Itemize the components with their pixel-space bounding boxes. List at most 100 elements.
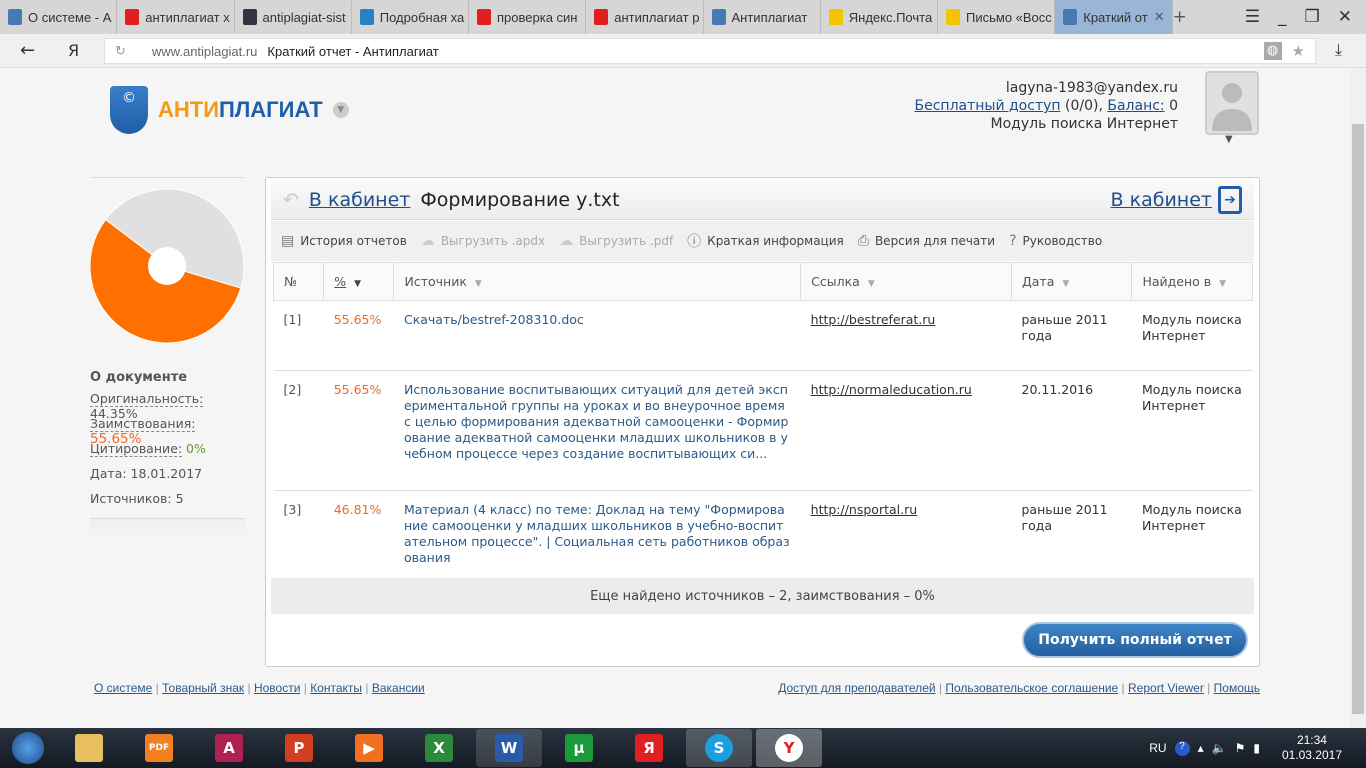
- column-header[interactable]: Найдено в ▼: [1131, 262, 1253, 301]
- sort-icon[interactable]: ▼: [354, 279, 361, 289]
- footer-link[interactable]: Вакансии: [372, 681, 425, 695]
- module-name: Модуль поиска Интернет: [990, 116, 1178, 132]
- balance-link[interactable]: Баланс:: [1107, 98, 1164, 114]
- footer-link[interactable]: Пользовательское соглашение: [945, 681, 1118, 695]
- brand-a: АНТИ: [158, 97, 220, 122]
- taskbar-yandex-browser[interactable]: Y: [756, 729, 822, 767]
- row-number: [3]: [273, 490, 324, 581]
- get-full-report-button[interactable]: Получить полный отчет: [1022, 622, 1248, 658]
- footer-link[interactable]: Новости: [254, 681, 300, 695]
- toolbar-label: Версия для печати: [874, 234, 996, 248]
- back-icon[interactable]: ←: [20, 40, 35, 61]
- sort-icon[interactable]: ▼: [1062, 279, 1069, 289]
- row-link[interactable]: http://nsportal.ru: [811, 502, 918, 517]
- globe-icon[interactable]: ◍: [1263, 42, 1282, 60]
- help-icon[interactable]: ?: [1174, 740, 1190, 756]
- footer-link[interactable]: Report Viewer: [1128, 681, 1204, 695]
- logo[interactable]: © АНТИПЛАГИАТ ▼: [110, 86, 349, 134]
- taskbar-media[interactable]: ▶: [336, 729, 402, 767]
- footer-link[interactable]: Помощь: [1214, 681, 1260, 695]
- scrollbar-thumb[interactable]: [1352, 124, 1364, 714]
- sources-count: Источников: 5: [90, 491, 184, 506]
- toolbar-item[interactable]: ▤ История отчетов: [281, 233, 407, 249]
- column-header[interactable]: % ▼: [323, 262, 395, 301]
- row-link[interactable]: http://bestreferat.ru: [811, 312, 936, 327]
- column-header[interactable]: Источник ▼: [393, 262, 802, 301]
- column-header[interactable]: Ссылка ▼: [800, 262, 1012, 301]
- cabinet-link[interactable]: В кабинет: [1111, 189, 1212, 211]
- restore-icon[interactable]: ❐: [1305, 7, 1320, 27]
- clock-time[interactable]: 21:34: [1282, 733, 1342, 748]
- start-button[interactable]: [4, 729, 52, 767]
- toolbar-item[interactable]: ⎙ Версия для печати: [858, 233, 995, 249]
- row-link[interactable]: http://normaleducation.ru: [811, 382, 972, 397]
- language-indicator[interactable]: RU: [1149, 741, 1166, 755]
- back-arrow-icon[interactable]: ↶: [283, 189, 299, 211]
- column-header[interactable]: Дата ▼: [1010, 262, 1133, 301]
- toolbar-label: Руководство: [1022, 234, 1103, 248]
- browser-tab[interactable]: антиплагиат х: [117, 0, 235, 34]
- close-tab-icon[interactable]: ✕: [1154, 9, 1165, 25]
- sort-icon[interactable]: ▼: [868, 279, 875, 289]
- new-tab-icon[interactable]: +: [1173, 7, 1187, 27]
- taskbar-pdf[interactable]: PDF: [126, 729, 192, 767]
- row-date: 20.11.2016: [1011, 370, 1132, 491]
- volume-icon[interactable]: 🔈: [1212, 741, 1227, 755]
- scrollbar[interactable]: [1350, 68, 1366, 728]
- help-icon: ?: [1009, 233, 1017, 249]
- clock-date[interactable]: 01.03.2017: [1282, 748, 1342, 763]
- tab-label: Краткий от: [1083, 9, 1148, 25]
- reload-icon[interactable]: ↻: [115, 43, 126, 59]
- browser-tab[interactable]: Яндекс.Почта: [821, 0, 938, 34]
- toolbar-item[interactable]: ☁ Выгрузить .apdx: [421, 233, 545, 249]
- browser-tab[interactable]: О системе - А: [0, 0, 118, 34]
- footer-link[interactable]: О системе: [94, 681, 152, 695]
- taskbar-powerpoint[interactable]: P: [266, 729, 332, 767]
- toolbar-item[interactable]: ? Руководство: [1009, 233, 1102, 249]
- network-icon[interactable]: ▮: [1253, 741, 1260, 755]
- login-icon[interactable]: ➔: [1218, 185, 1242, 214]
- column-header[interactable]: №: [272, 262, 325, 301]
- download-icon[interactable]: ⤓: [1335, 40, 1342, 60]
- yandex-button[interactable]: Я: [68, 41, 79, 60]
- row-found-in: Модуль поиска Интернет: [1131, 370, 1253, 491]
- avatar[interactable]: [1205, 71, 1259, 135]
- browser-tab[interactable]: проверка син: [469, 0, 587, 34]
- flag-icon[interactable]: ⚑: [1235, 741, 1246, 755]
- browser-tab[interactable]: Краткий от ✕: [1055, 0, 1173, 34]
- toolbar-item[interactable]: ⓘ Краткая информация: [687, 231, 844, 251]
- originality-label[interactable]: Оригинальность:: [90, 391, 204, 407]
- chevron-down-icon[interactable]: ▼: [332, 102, 349, 118]
- tray-arrow-icon[interactable]: ▴: [1198, 741, 1204, 755]
- browser-tab[interactable]: Антиплагиат: [704, 0, 821, 34]
- sort-icon[interactable]: ▼: [1219, 279, 1226, 289]
- browser-tab[interactable]: Подробная ха: [352, 0, 469, 34]
- sort-icon[interactable]: ▼: [475, 279, 482, 289]
- browser-tab[interactable]: антиплагиат р: [586, 0, 704, 34]
- report-header: ↶ В кабинет Формирование у.txt В кабинет…: [271, 180, 1254, 220]
- taskbar-word[interactable]: W: [476, 729, 542, 767]
- taskbar-yandex[interactable]: Я: [616, 729, 682, 767]
- browser-tab[interactable]: Письмо «Восс: [938, 0, 1056, 34]
- url-input[interactable]: ↻ www.antiplagiat.ru Краткий отчет - Ант…: [104, 38, 1316, 64]
- footer-link[interactable]: Товарный знак: [162, 681, 244, 695]
- footer-link[interactable]: Доступ для преподавателей: [778, 681, 935, 695]
- borrowing-label[interactable]: Заимствования:: [90, 416, 196, 432]
- avatar-dropdown-icon[interactable]: ▼: [1225, 134, 1233, 145]
- menu-icon[interactable]: ☰: [1245, 7, 1260, 27]
- column-label: №: [284, 274, 298, 289]
- footer-link[interactable]: Контакты: [310, 681, 362, 695]
- minimize-icon[interactable]: _: [1278, 7, 1287, 27]
- star-icon[interactable]: ★: [1292, 42, 1305, 60]
- back-to-cabinet-link[interactable]: В кабинет: [309, 189, 410, 211]
- toolbar-item[interactable]: ☁ Выгрузить .pdf: [559, 233, 673, 249]
- browser-tab[interactable]: antiplagiat-sist: [235, 0, 352, 34]
- taskbar-access[interactable]: A: [196, 729, 262, 767]
- citation-label[interactable]: Цитирование:: [90, 441, 183, 457]
- free-access-link[interactable]: Бесплатный доступ: [915, 98, 1061, 114]
- close-window-icon[interactable]: ✕: [1338, 7, 1352, 27]
- taskbar-utorrent[interactable]: µ: [546, 729, 612, 767]
- taskbar-skype[interactable]: S: [686, 729, 752, 767]
- taskbar-excel[interactable]: X: [406, 729, 472, 767]
- taskbar-explorer[interactable]: [56, 729, 122, 767]
